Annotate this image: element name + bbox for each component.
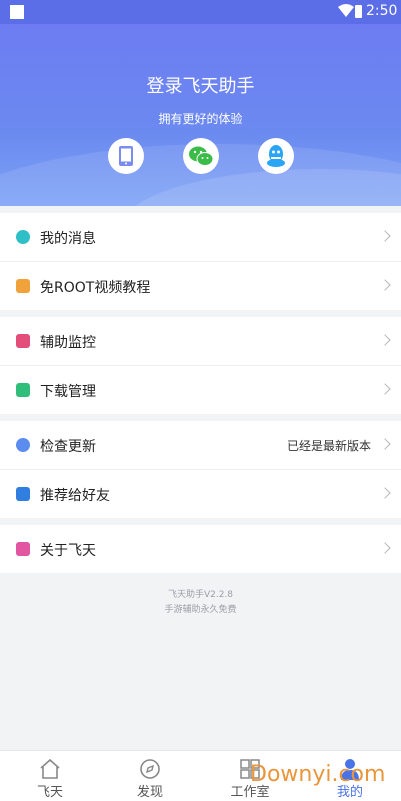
menu-item-label: 检查更新 bbox=[40, 439, 96, 455]
menu-item-about[interactable]: 关于飞天 bbox=[0, 525, 401, 573]
qq-icon bbox=[267, 145, 285, 167]
phone-icon bbox=[119, 146, 133, 166]
update-status: 已经是最新版本 bbox=[286, 439, 371, 453]
watermark-logo: Downyi.com bbox=[250, 762, 386, 787]
menu-item-recommend[interactable]: 推荐给好友 bbox=[0, 470, 401, 518]
login-subtitle: 拥有更好的体验 bbox=[158, 112, 243, 126]
upload-arrow-icon bbox=[16, 438, 30, 452]
share-icon bbox=[16, 487, 30, 501]
menu-item-label: 免ROOT视频教程 bbox=[40, 280, 151, 296]
home-icon bbox=[40, 758, 60, 779]
chevron-right-icon bbox=[379, 279, 391, 291]
chevron-right-icon bbox=[379, 230, 391, 242]
tab-discover[interactable]: 发现 bbox=[100, 751, 200, 801]
menu-item-root-tutorial[interactable]: 免ROOT视频教程 bbox=[0, 262, 401, 310]
chevron-right-icon bbox=[379, 438, 391, 450]
notification-icon bbox=[10, 5, 24, 19]
menu-item-label: 关于飞天 bbox=[40, 543, 96, 559]
message-icon bbox=[16, 230, 30, 244]
phone-login-button[interactable] bbox=[108, 138, 144, 174]
tab-label: 发现 bbox=[136, 785, 163, 800]
qq-login-button[interactable] bbox=[258, 138, 294, 174]
chevron-right-icon bbox=[379, 487, 391, 499]
menu-item-downloads[interactable]: 下载管理 bbox=[0, 366, 401, 414]
tab-label: 飞天 bbox=[36, 785, 63, 800]
compass-icon bbox=[140, 759, 160, 779]
menu-item-check-update[interactable]: 检查更新 已经是最新版本 bbox=[0, 421, 401, 469]
edit-note-icon bbox=[16, 542, 30, 556]
menu-item-label: 辅助监控 bbox=[40, 335, 96, 351]
status-bar: 2:50 bbox=[0, 0, 401, 24]
wechat-login-button[interactable] bbox=[183, 138, 219, 174]
tab-feitian[interactable]: 飞天 bbox=[0, 751, 100, 801]
version-slogan: 手游辅助永久免费 bbox=[164, 605, 237, 615]
menu-item-label: 推荐给好友 bbox=[40, 488, 110, 504]
status-time: 2:50 bbox=[366, 3, 398, 19]
chevron-right-icon bbox=[379, 383, 391, 395]
login-title[interactable]: 登录飞天助手 bbox=[0, 72, 401, 98]
chevron-right-icon bbox=[379, 542, 391, 554]
menu-item-messages[interactable]: 我的消息 bbox=[0, 213, 401, 261]
download-icon bbox=[16, 383, 30, 397]
battery-icon bbox=[355, 5, 362, 18]
version-text: 飞天助手V2.2.8 bbox=[167, 590, 234, 600]
profile-header: 登录飞天助手 拥有更好的体验 bbox=[0, 24, 401, 206]
wifi-icon bbox=[338, 4, 354, 17]
wechat-icon bbox=[189, 146, 214, 166]
menu-item-label: 我的消息 bbox=[40, 231, 96, 247]
chevron-right-icon bbox=[379, 334, 391, 346]
menu-item-label: 下载管理 bbox=[40, 384, 96, 400]
menu-item-monitor[interactable]: 辅助监控 bbox=[0, 317, 401, 365]
book-icon bbox=[16, 279, 30, 293]
monitor-icon bbox=[16, 334, 30, 348]
